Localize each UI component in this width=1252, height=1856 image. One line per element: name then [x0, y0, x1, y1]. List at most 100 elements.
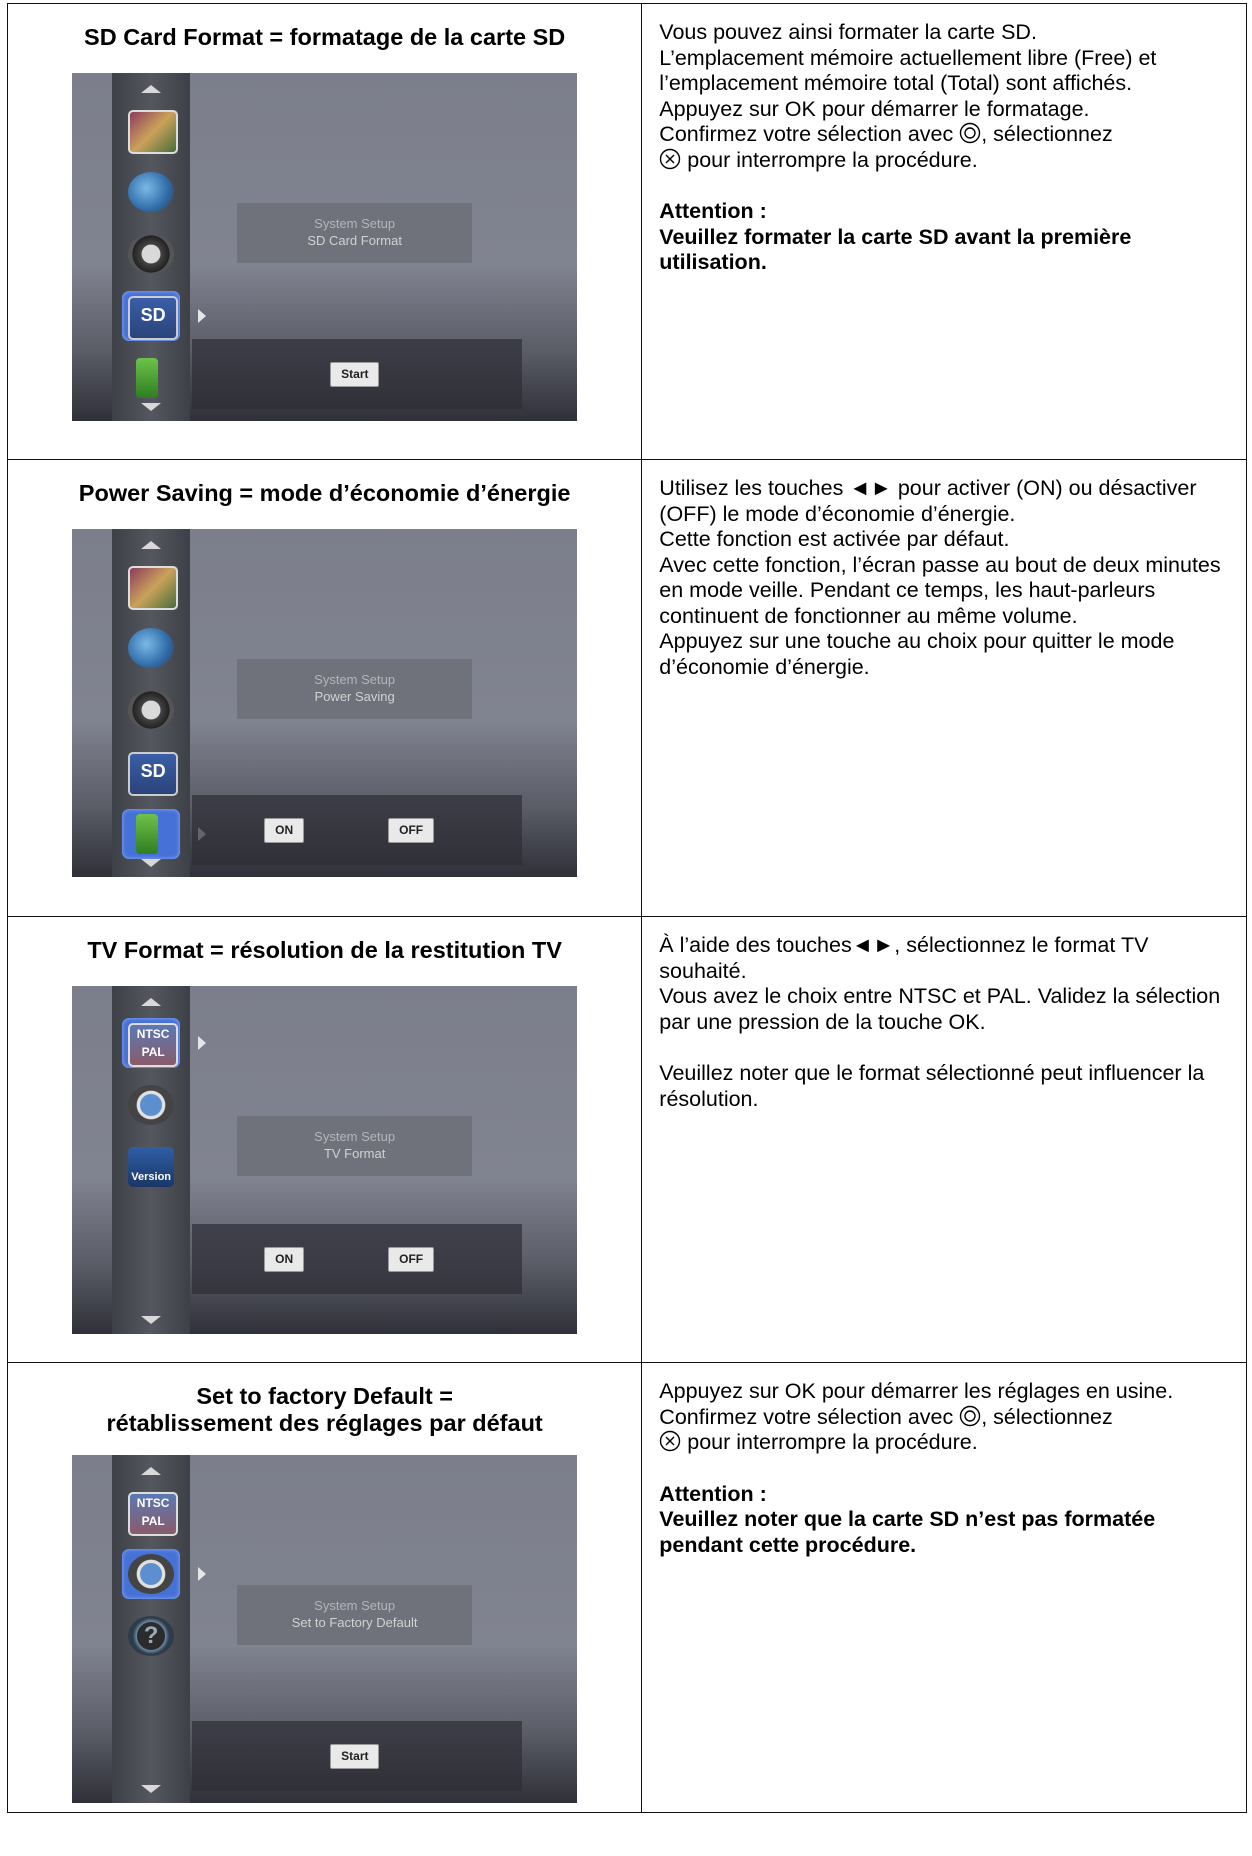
tv-format-icon: NTSC PAL	[128, 1492, 179, 1536]
selection-caret-icon	[198, 1567, 207, 1581]
desc-text-part: Confirmez votre sélection avec	[659, 1404, 960, 1429]
off-button: OFF	[388, 1247, 435, 1272]
warning-text: Veuillez formater la carte SD avant la p…	[659, 224, 1132, 275]
section-heading: SD Card Format = formatage de la carte S…	[84, 24, 566, 50]
sidebar-icon-tv-format: NTSC PAL	[122, 1487, 180, 1537]
sidebar-icon-sd: SD	[122, 291, 181, 341]
off-button: OFF	[388, 818, 435, 843]
section-heading: TV Format = résolution de la restitution…	[87, 937, 562, 963]
menu-bottom-bar: Start	[192, 339, 523, 409]
right-cell: Appuyez sur OK pour démarrer les réglage…	[641, 1362, 1247, 1813]
scroll-up-arrow-icon	[141, 541, 162, 549]
desc-text: Confirmez votre sélection avec , sélecti…	[659, 1405, 1232, 1431]
sidebar-icon-clock	[122, 685, 180, 735]
left-cell: Set to factory Default = rétablissement …	[6, 1362, 643, 1813]
desc-text: Cette fonction est activée par défaut.	[659, 527, 1010, 551]
warning-title: Attention :	[659, 199, 767, 223]
right-cell: Utilisez les touches ◄► pour activer (ON…	[641, 459, 1247, 917]
left-cell: SD Card Format = formatage de la carte S…	[6, 3, 643, 460]
tools-icon	[128, 172, 175, 212]
scroll-down-arrow-icon	[141, 859, 162, 867]
menu-screenshot: SD System Setup Power Saving ON OFF	[72, 529, 578, 877]
menu-title-line2: SD Card Format	[307, 233, 402, 248]
table-row: SD Card Format = formatage de la carte S…	[6, 3, 1247, 460]
sidebar-icon-battery	[122, 353, 180, 403]
sidebar-icon-clock	[122, 229, 180, 279]
sidebar-icon-reset	[122, 1549, 181, 1599]
confirm-circle-icon	[960, 1405, 981, 1426]
table-row: Power Saving = mode d’économie d’énergie…	[6, 459, 1247, 917]
tv-format-icon: NTSC PAL	[128, 1023, 179, 1067]
scroll-down-arrow-icon	[141, 403, 162, 411]
desc-text: Confirmez votre sélection avec , sélecti…	[659, 122, 1232, 148]
menu-sidebar: NTSC PAL ?	[112, 1455, 191, 1803]
section-heading: Set to factory Default = rétablissement …	[8, 1383, 641, 1437]
desc-text: pour interrompre la procédure.	[659, 1430, 1232, 1456]
on-button: ON	[264, 1247, 305, 1272]
desc-text-part: pour interrompre la procédure.	[681, 1430, 978, 1454]
start-button: Start	[330, 362, 380, 387]
sidebar-icon-help: ?	[122, 1611, 180, 1661]
sidebar-icon-tools	[122, 167, 180, 217]
desc-text: pour interrompre la procédure.	[659, 148, 1232, 174]
desc-text: Appuyez sur une touche au choix pour qui…	[659, 629, 1175, 679]
menu-screenshot: NTSC PAL Version System Setup TV Format …	[72, 986, 578, 1334]
desc-text-part: , sélectionnez	[981, 122, 1113, 146]
reset-icon	[128, 1554, 175, 1594]
desc-text-part: pour interrompre la procédure.	[681, 147, 978, 172]
sidebar-icon-tv-format: NTSC PAL	[122, 1018, 181, 1068]
cancel-cross-icon	[660, 1430, 681, 1452]
reset-icon	[128, 1085, 175, 1125]
battery-icon	[136, 814, 159, 854]
sd-card-icon: SD	[128, 296, 179, 340]
menu-title-box: System Setup TV Format	[237, 1116, 473, 1176]
menu-sidebar: NTSC PAL Version	[112, 986, 191, 1334]
menu-sidebar: SD	[112, 529, 191, 877]
menu-bottom-bar: Start	[192, 1721, 523, 1791]
menu-bottom-bar: ON OFF	[192, 1224, 523, 1294]
right-cell: À l’aide des touches◄►, sélectionnez le …	[641, 916, 1247, 1363]
desc-text: À l’aide des touches◄►, sélectionnez le …	[659, 933, 1149, 983]
menu-title-line1: System Setup	[314, 1598, 396, 1613]
menu-bottom-bar: ON OFF	[192, 795, 523, 865]
section-heading-line2: rétablissement des réglages par défaut	[106, 1410, 543, 1436]
table-row: TV Format = résolution de la restitution…	[6, 916, 1247, 1363]
left-cell: TV Format = résolution de la restitution…	[6, 916, 643, 1363]
warning-text: Veuillez noter que la carte SD n’est pas…	[659, 1507, 1156, 1557]
clock-icon	[128, 234, 175, 274]
right-cell: Vous pouvez ainsi formater la carte SD. …	[641, 3, 1247, 460]
help-icon: ?	[128, 1616, 175, 1656]
desc-text: Appuyez sur OK pour démarrer les réglage…	[659, 1379, 1174, 1403]
scroll-up-arrow-icon	[141, 85, 162, 93]
menu-title-box: System Setup Set to Factory Default	[237, 1585, 473, 1645]
desc-text: Vous avez le choix entre NTSC et PAL. Va…	[659, 984, 1221, 1034]
sidebar-icon-version: Version	[122, 1142, 180, 1192]
menu-screenshot: NTSC PAL ? System Setup Set to Factory D…	[72, 1455, 578, 1803]
menu-title-line2: Set to Factory Default	[291, 1615, 418, 1630]
scroll-up-arrow-icon	[141, 1467, 162, 1475]
desc-text: L’emplacement mémoire actuellement libre…	[659, 45, 1157, 96]
menu-title-box: System Setup SD Card Format	[237, 203, 473, 263]
menu-screenshot: SD System Setup SD Card Format Start	[72, 73, 578, 421]
desc-text-part: , sélectionnez	[981, 1404, 1113, 1429]
scroll-up-arrow-icon	[141, 998, 162, 1006]
menu-sidebar: SD	[112, 73, 191, 421]
menu-title-line1: System Setup	[314, 1129, 396, 1144]
on-button: ON	[264, 818, 305, 843]
sidebar-icon-battery	[122, 809, 181, 859]
photo-icon	[128, 110, 179, 154]
sidebar-icon-tools	[122, 623, 180, 673]
scroll-down-arrow-icon	[141, 1316, 162, 1324]
menu-title-box: System Setup Power Saving	[237, 659, 473, 719]
desc-text: Utilisez les touches ◄► pour activer (ON…	[659, 476, 1197, 526]
clock-icon	[128, 690, 175, 730]
sidebar-icon-reset	[122, 1080, 180, 1130]
start-button: Start	[330, 1744, 380, 1769]
section-heading: Power Saving = mode d’économie d’énergie	[78, 480, 571, 506]
desc-text: Appuyez sur OK pour démarrer le formatag…	[659, 96, 1090, 121]
sd-card-icon: SD	[128, 752, 179, 796]
desc-text: Vous pouvez ainsi formater la carte SD.	[659, 20, 1037, 44]
table-row: Set to factory Default = rétablissement …	[6, 1362, 1247, 1813]
menu-title-line1: System Setup	[314, 216, 396, 231]
photo-icon	[128, 566, 179, 610]
